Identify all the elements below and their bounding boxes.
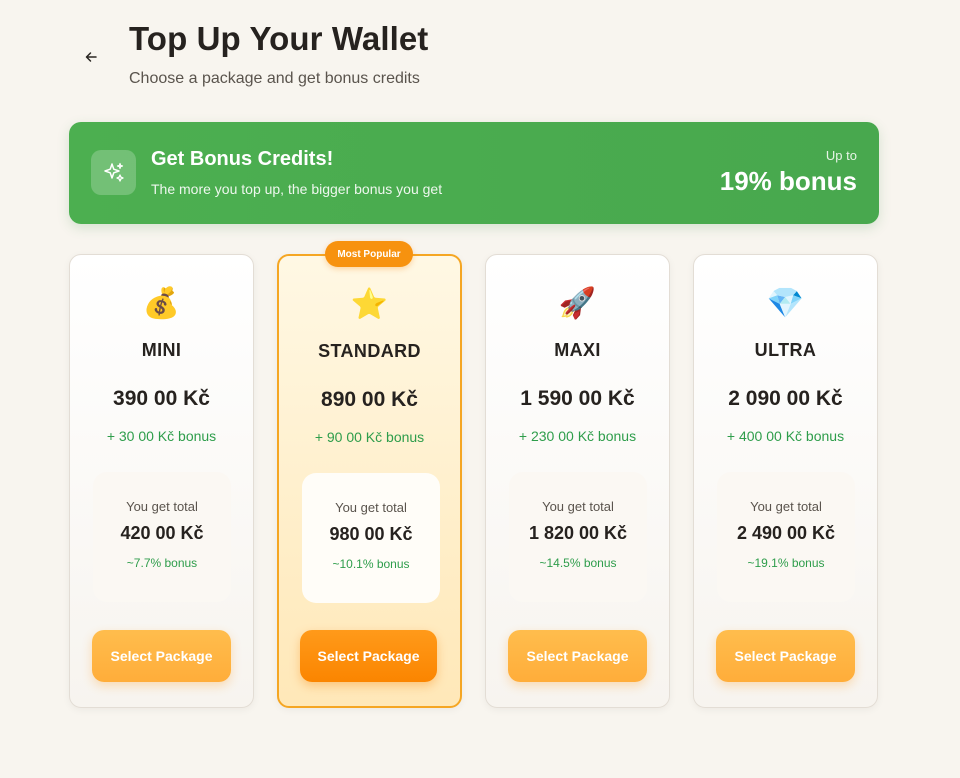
- bonus-percentage: ~14.5% bonus: [539, 556, 617, 570]
- money-bag-icon: 💰: [142, 287, 181, 320]
- package-card-mini[interactable]: 💰 MINI 390 00 Kč + 30 00 Kč bonus You ge…: [69, 254, 254, 708]
- banner-max-bonus: 19% bonus: [719, 166, 857, 196]
- package-name: MINI: [141, 340, 182, 360]
- page-title: Top Up Your Wallet: [129, 20, 429, 57]
- total-box: You get total 2 490 00 Kč ~19.1% bonus: [717, 472, 855, 602]
- total-label: You get total: [542, 499, 614, 514]
- package-card-maxi[interactable]: 🚀 MAXI 1 590 00 Kč + 230 00 Kč bonus You…: [485, 254, 670, 708]
- banner-subtitle: The more you top up, the bigger bonus yo…: [151, 181, 443, 197]
- total-value: 420 00 Kč: [120, 523, 204, 543]
- bonus-banner: Get Bonus Credits! The more you top up, …: [69, 122, 879, 224]
- package-price: 390 00 Kč: [113, 387, 210, 410]
- page-subtitle: Choose a package and get bonus credits: [129, 70, 420, 87]
- back-button[interactable]: [78, 44, 104, 70]
- select-package-button-ultra[interactable]: Select Package: [716, 630, 855, 682]
- total-box: You get total 420 00 Kč ~7.7% bonus: [93, 472, 231, 602]
- star-icon: ⭐: [350, 288, 389, 321]
- package-bonus: + 30 00 Kč bonus: [106, 428, 217, 444]
- package-name: MAXI: [554, 340, 601, 360]
- total-label: You get total: [126, 499, 198, 514]
- bonus-percentage: ~19.1% bonus: [747, 556, 825, 570]
- package-bonus: + 230 00 Kč bonus: [518, 428, 637, 444]
- package-name: STANDARD: [318, 341, 421, 361]
- select-package-button-mini[interactable]: Select Package: [92, 630, 231, 682]
- total-box: You get total 980 00 Kč ~10.1% bonus: [302, 473, 440, 603]
- rocket-icon: 🚀: [558, 287, 597, 320]
- most-popular-badge: Most Popular: [325, 241, 413, 267]
- arrow-left-icon: [85, 52, 97, 62]
- total-value: 1 820 00 Kč: [528, 523, 628, 543]
- bonus-percentage: ~7.7% bonus: [126, 556, 198, 570]
- package-name: ULTRA: [754, 340, 817, 360]
- select-package-button-maxi[interactable]: Select Package: [508, 630, 647, 682]
- select-package-button-standard[interactable]: Select Package: [300, 630, 437, 682]
- package-price: 1 590 00 Kč: [520, 387, 635, 410]
- package-bonus: + 90 00 Kč bonus: [314, 429, 425, 445]
- total-value: 2 490 00 Kč: [736, 523, 836, 543]
- total-label: You get total: [750, 499, 822, 514]
- sparkles-icon: [91, 150, 136, 195]
- bonus-percentage: ~10.1% bonus: [332, 557, 410, 571]
- banner-title: Get Bonus Credits!: [151, 148, 334, 170]
- package-bonus: + 400 00 Kč bonus: [726, 428, 845, 444]
- total-box: You get total 1 820 00 Kč ~14.5% bonus: [509, 472, 647, 602]
- banner-up-to-label: Up to: [825, 148, 857, 163]
- wallet-topup-page: Top Up Your Wallet Choose a package and …: [0, 0, 960, 778]
- package-price: 2 090 00 Kč: [728, 387, 843, 410]
- package-price: 890 00 Kč: [321, 388, 418, 411]
- package-card-standard[interactable]: ⭐ STANDARD 890 00 Kč + 90 00 Kč bonus Yo…: [277, 254, 462, 708]
- gem-icon: 💎: [766, 287, 805, 320]
- package-card-ultra[interactable]: 💎 ULTRA 2 090 00 Kč + 400 00 Kč bonus Yo…: [693, 254, 878, 708]
- total-label: You get total: [335, 500, 407, 515]
- total-value: 980 00 Kč: [329, 524, 413, 544]
